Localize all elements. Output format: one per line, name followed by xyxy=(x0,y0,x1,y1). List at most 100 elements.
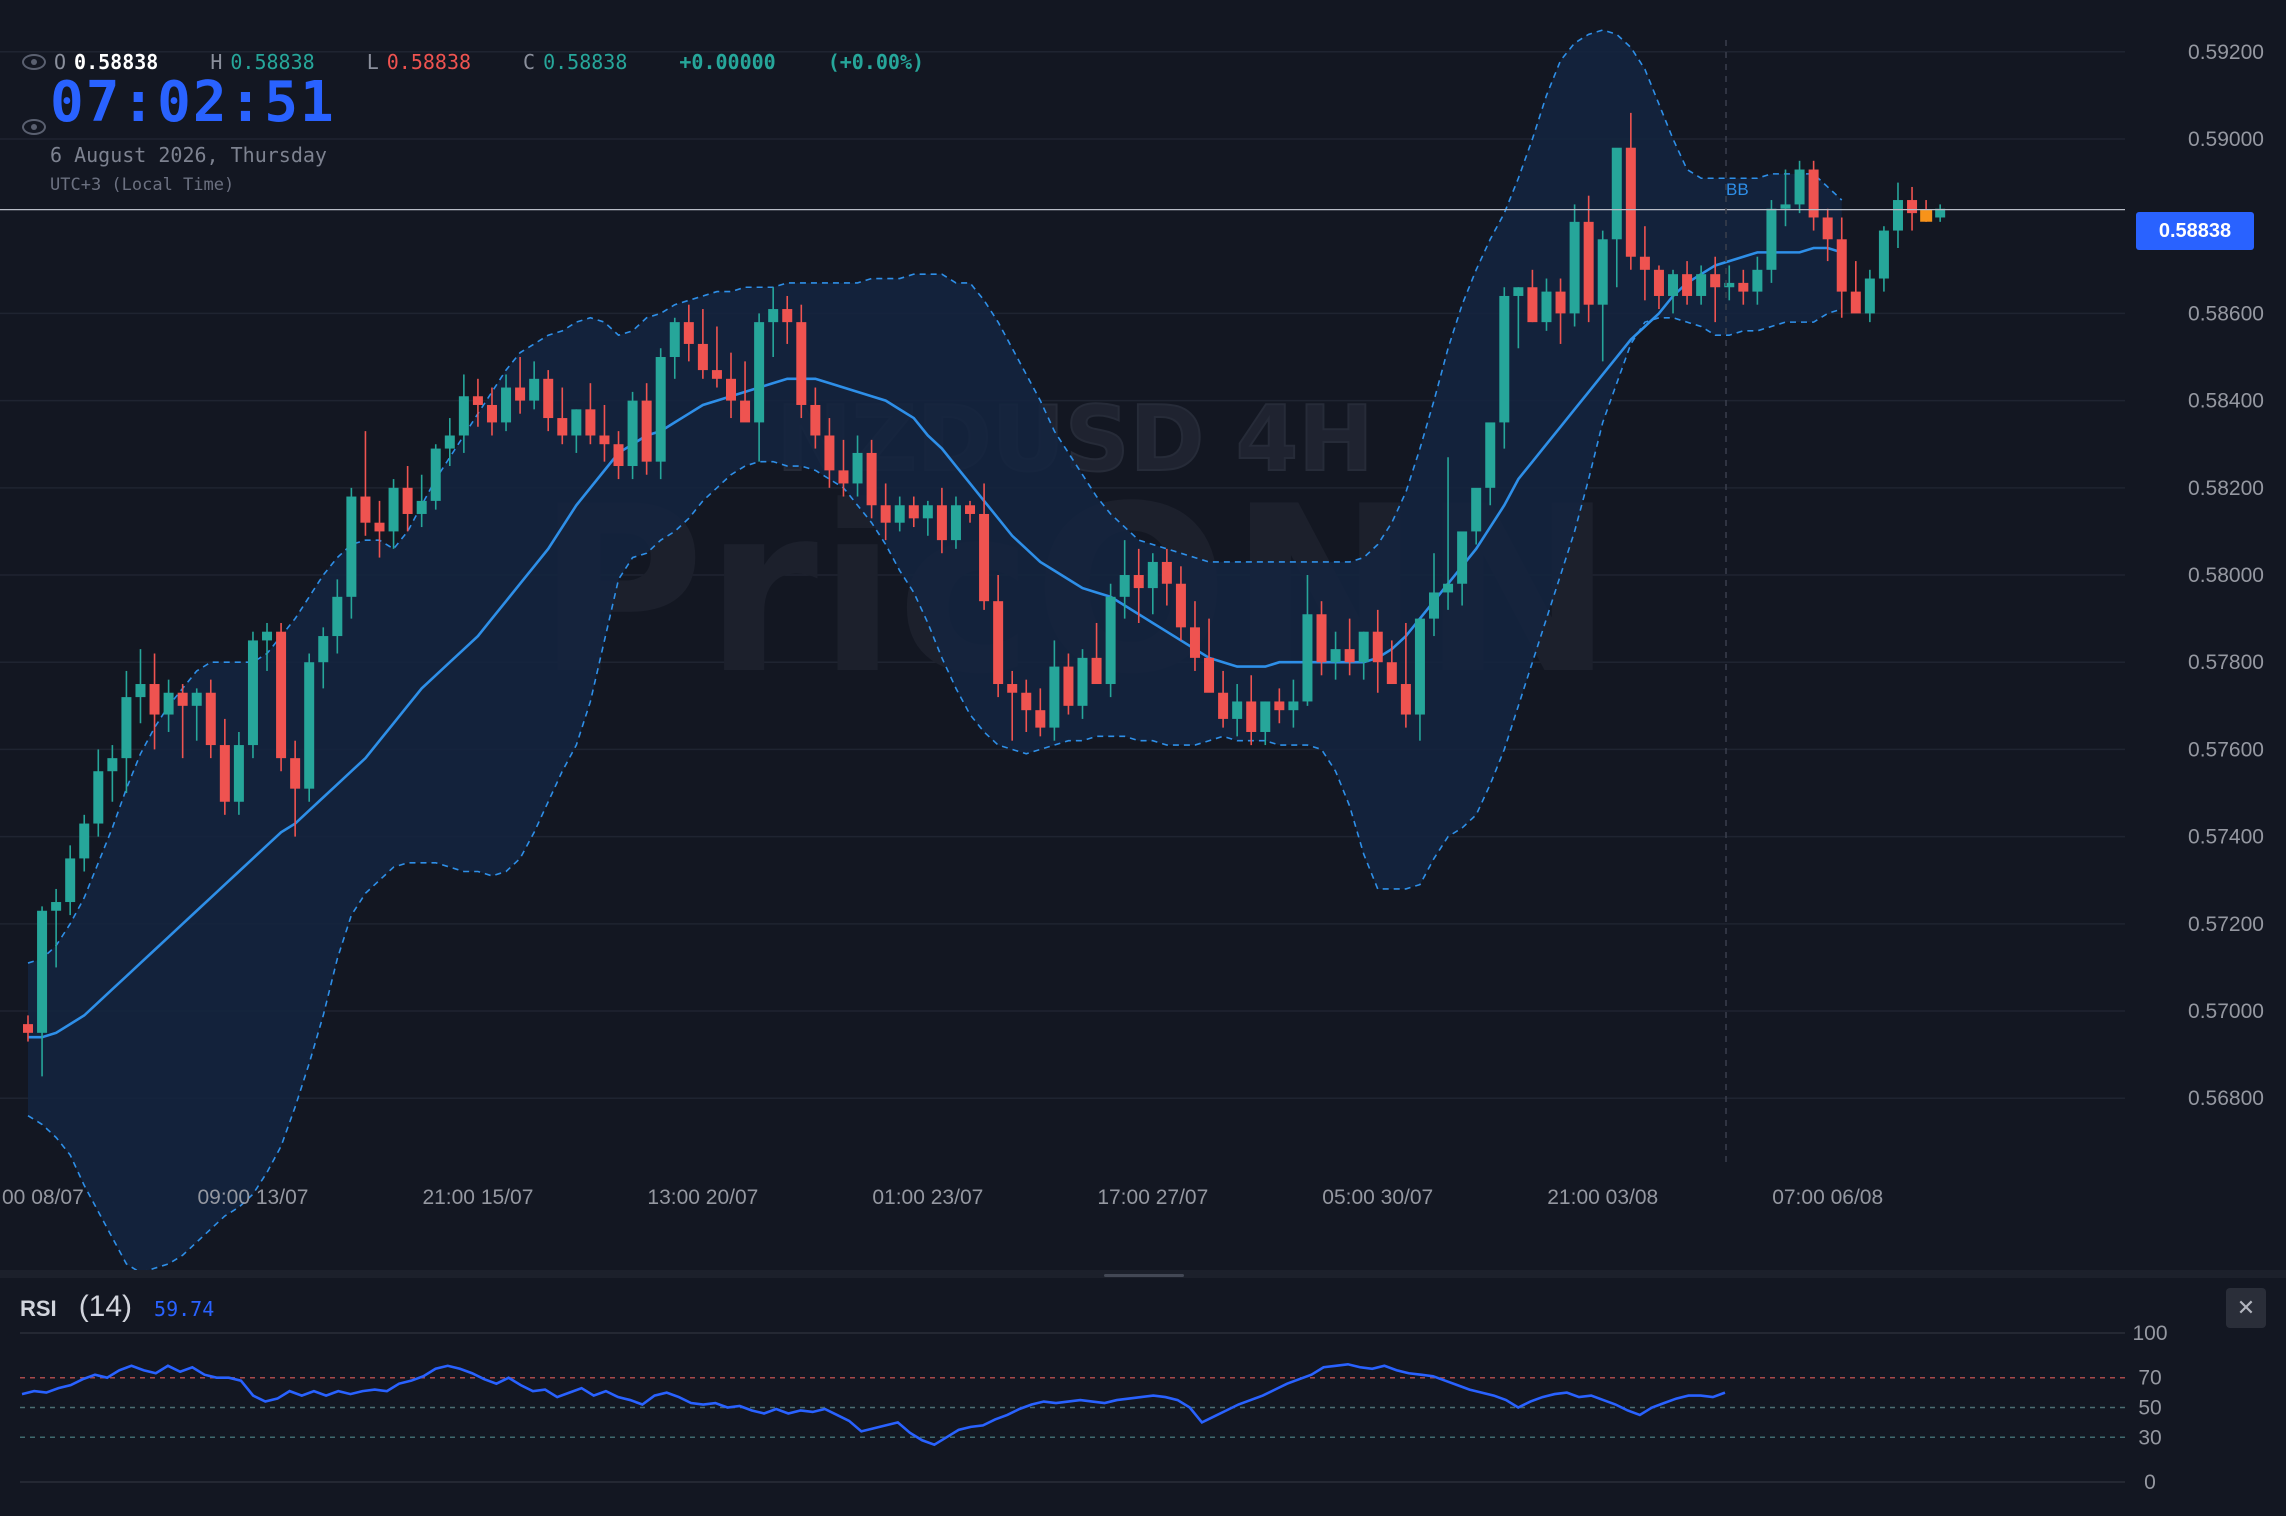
candle-body xyxy=(430,448,441,501)
x-tick-label: 17:00 27/07 xyxy=(1097,1186,1208,1209)
candle-body xyxy=(149,684,160,715)
candle-body xyxy=(1864,278,1875,314)
candle-body xyxy=(1204,657,1215,693)
candle-body xyxy=(824,435,835,471)
candle-body xyxy=(1246,701,1257,732)
candle-body xyxy=(1696,274,1707,296)
candle xyxy=(304,653,315,802)
candle-body xyxy=(1274,701,1285,711)
candle xyxy=(1569,204,1580,327)
candle-body xyxy=(1077,657,1088,706)
candle xyxy=(1864,269,1875,323)
x-tick-label: 13:00 20/07 xyxy=(647,1186,758,1209)
candle-body xyxy=(515,387,526,401)
candle-body xyxy=(1105,596,1116,685)
candle-body xyxy=(121,697,132,759)
candle-body xyxy=(908,505,919,519)
ohlc-change: +0.00000 xyxy=(679,50,776,74)
candle xyxy=(65,845,76,916)
candle-body xyxy=(740,400,751,423)
candle-body xyxy=(1260,701,1271,732)
candle-body xyxy=(1541,291,1552,323)
candle-body xyxy=(388,487,399,532)
candle-body xyxy=(1007,684,1018,693)
candle-body xyxy=(585,409,596,436)
candle-body xyxy=(458,396,469,436)
candle-body xyxy=(936,505,947,541)
x-tick-label: 00 08/07 xyxy=(2,1186,84,1209)
x-tick-label: 07:00 06/08 xyxy=(1772,1186,1883,1209)
candle-body xyxy=(529,378,540,401)
candle-body xyxy=(177,692,188,706)
y-tick-label: 0.59200 xyxy=(2188,41,2264,64)
candle-body xyxy=(1288,701,1299,711)
candle xyxy=(1907,186,1918,231)
candle-body xyxy=(1386,662,1397,685)
x-tick-label: 09:00 13/07 xyxy=(197,1186,308,1209)
candle-body xyxy=(683,322,694,344)
last-price-tag: 0.58838 xyxy=(2136,212,2254,250)
candle-body xyxy=(444,435,455,449)
candle-body xyxy=(1682,274,1693,296)
candle-body xyxy=(1597,239,1608,305)
candle-body xyxy=(79,823,90,859)
ohlc-close: C 0.58838 xyxy=(523,50,628,74)
candle-body xyxy=(290,758,301,789)
candle-body xyxy=(1330,649,1341,663)
candle xyxy=(1935,204,1946,222)
candle-body xyxy=(1752,269,1763,292)
candle-body xyxy=(894,505,905,523)
candle-body xyxy=(711,370,722,379)
candle-body xyxy=(880,505,891,523)
candle-body xyxy=(1344,649,1355,663)
time-axis: 00 08/07 09:00 13/07 21:00 15/07 13:00 20/0… xyxy=(2,1186,1883,1209)
bb-indicator-label[interactable]: BB xyxy=(1726,180,1749,200)
candle xyxy=(388,479,399,549)
candle-body xyxy=(1372,631,1383,663)
candle-body xyxy=(979,513,990,602)
candle-body xyxy=(1822,217,1833,240)
candle-body xyxy=(1049,666,1060,728)
candle xyxy=(402,466,413,532)
ohlc-low: L 0.58838 xyxy=(366,50,472,74)
candle-body xyxy=(262,631,273,641)
x-tick-label: 05:00 30/07 xyxy=(1322,1186,1433,1209)
last-price-marker xyxy=(1920,209,1933,222)
x-tick-label: 21:00 15/07 xyxy=(422,1186,533,1209)
eye-icon[interactable] xyxy=(22,54,46,70)
candle-body xyxy=(135,684,146,698)
candle xyxy=(1850,261,1861,314)
pane-resize-handle[interactable] xyxy=(1104,1274,1184,1277)
candle-body xyxy=(782,309,793,323)
candle xyxy=(247,631,258,759)
candle-body xyxy=(1119,575,1130,597)
rsi-y-tick: 70 xyxy=(2138,1367,2161,1390)
rsi-legend: RSI (14) 59.74 xyxy=(20,1290,214,1324)
eye-icon[interactable] xyxy=(22,119,46,135)
candle-body xyxy=(669,322,680,358)
close-icon: ✕ xyxy=(2236,1295,2256,1320)
candle-body xyxy=(1569,221,1580,314)
candle-body xyxy=(838,470,849,484)
candle-body xyxy=(641,400,652,462)
candle xyxy=(655,348,666,480)
candle-body xyxy=(1555,291,1566,314)
candle-body xyxy=(1639,256,1650,270)
candle-body xyxy=(304,662,315,789)
candle-body xyxy=(332,596,343,637)
rsi-y-tick: 0 xyxy=(2144,1471,2156,1494)
candle-body xyxy=(571,409,582,436)
candle-body xyxy=(219,745,230,802)
candle-body xyxy=(486,404,497,423)
close-rsi-button[interactable]: ✕ xyxy=(2226,1288,2266,1328)
candle-body xyxy=(1429,592,1439,619)
candle-body xyxy=(501,387,512,423)
candle-body xyxy=(1738,282,1749,292)
candle-body xyxy=(1175,583,1186,628)
candle-body xyxy=(37,910,48,1033)
candle-body xyxy=(1668,274,1679,296)
rsi-name: RSI xyxy=(20,1296,57,1321)
candle-body xyxy=(1316,614,1327,663)
candle xyxy=(1878,226,1889,292)
timezone-label: UTC+3 (Local Time) xyxy=(50,175,235,195)
